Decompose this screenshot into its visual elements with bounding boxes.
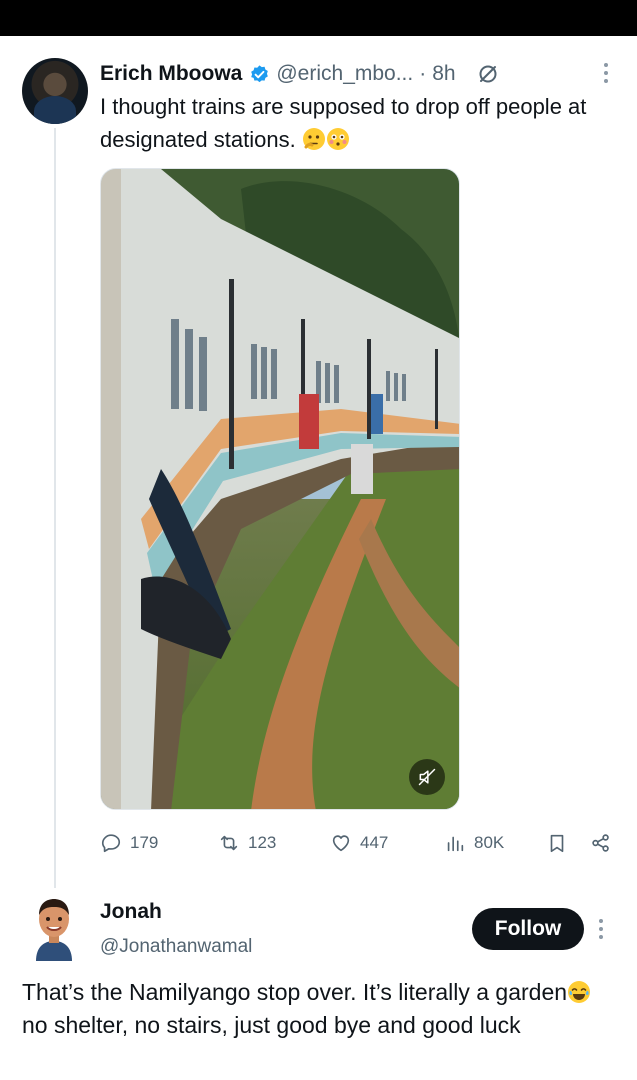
- reply-author-handle[interactable]: @Jonathanwamal: [100, 936, 252, 958]
- grok-icon[interactable]: [476, 62, 500, 86]
- bookmark-button[interactable]: [546, 828, 568, 858]
- tweet-video[interactable]: [100, 168, 460, 810]
- reply-author-avatar[interactable]: [30, 895, 78, 961]
- separator: ·: [419, 62, 427, 85]
- bookmark-icon: [550, 834, 564, 853]
- tweet-header: Erich Mboowa @erich_mbo... · 8h: [100, 58, 617, 90]
- reply-more-options-icon[interactable]: [598, 918, 604, 940]
- like-button[interactable]: 447: [330, 828, 388, 858]
- heart-icon: [332, 835, 350, 852]
- thinking-face-emoji: [302, 127, 326, 151]
- repost-count: 123: [248, 833, 277, 852]
- thread-line: [54, 128, 56, 888]
- mute-button[interactable]: [409, 759, 445, 795]
- author-handle[interactable]: @erich_mbo...: [276, 62, 413, 86]
- reply-text: That’s the Namilyango stop over. It’s li…: [22, 976, 622, 1042]
- view-count: 80K: [474, 833, 505, 852]
- share-button[interactable]: [590, 828, 612, 858]
- verified-badge-icon: [249, 64, 270, 85]
- reply-author-name[interactable]: Jonah: [100, 900, 162, 924]
- reply-button[interactable]: 179: [100, 828, 158, 858]
- author-avatar[interactable]: [22, 58, 88, 124]
- reply-icon: [101, 834, 121, 853]
- follow-button[interactable]: Follow: [472, 908, 584, 950]
- flushed-face-emoji: [326, 127, 350, 151]
- more-options-icon[interactable]: [603, 62, 609, 84]
- views-chart-icon: [447, 836, 464, 852]
- status-bar: [0, 0, 637, 36]
- author-name[interactable]: Erich Mboowa: [100, 62, 242, 86]
- reply-text-part2: no shelter, no stairs, just good bye and…: [22, 1012, 521, 1038]
- reply-count: 179: [130, 833, 159, 852]
- reply-text-part1: That’s the Namilyango stop over. It’s li…: [22, 979, 568, 1005]
- share-icon: [592, 834, 609, 852]
- repost-icon: [220, 835, 238, 851]
- repost-button[interactable]: 123: [218, 828, 276, 858]
- speaker-muted-icon: [418, 768, 436, 786]
- like-count: 447: [360, 833, 389, 852]
- tweet-actions: 179 123 447 80K: [100, 828, 620, 858]
- video-frame: [101, 169, 459, 809]
- tweet-text: I thought trains are supposed to drop of…: [100, 90, 600, 156]
- tweet-time[interactable]: 8h: [432, 62, 455, 86]
- tears-of-joy-emoji: [567, 980, 591, 1004]
- views-button[interactable]: 80K: [444, 828, 504, 858]
